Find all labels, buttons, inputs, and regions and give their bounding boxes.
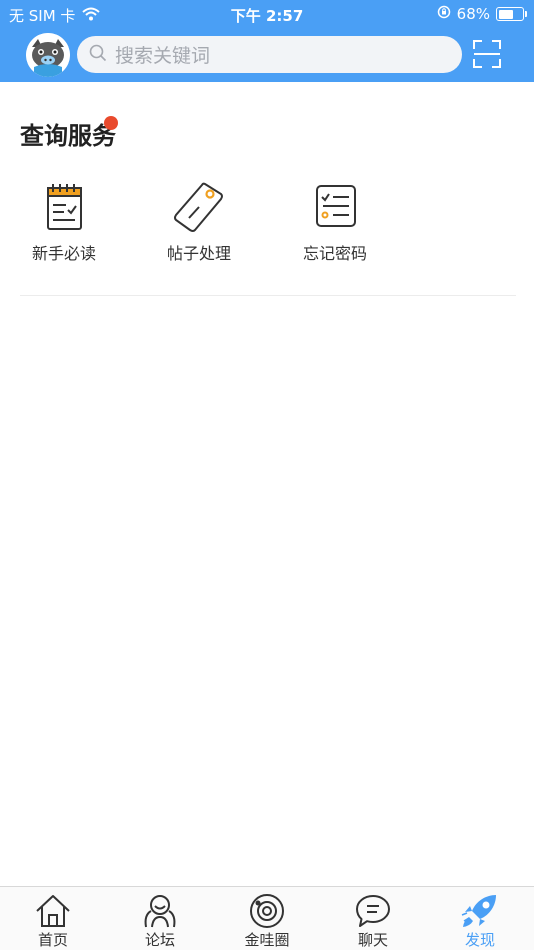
circle-icon	[247, 893, 287, 929]
service-newbie-guide[interactable]: 新手必读	[14, 180, 114, 264]
service-label: 忘记密码	[302, 244, 367, 263]
app: 无 SIM 卡 下午 2:57 68% 搜索关键词 查询服务 新手必读 帖子处理…	[0, 0, 534, 950]
status-right: 68%	[437, 5, 527, 23]
service-post-handling[interactable]: 帖子处理	[149, 180, 249, 264]
checklist-icon	[307, 180, 363, 236]
tab-label: 论坛	[144, 931, 175, 949]
search-icon	[89, 44, 107, 66]
rocket-icon	[460, 893, 500, 929]
chat-icon	[353, 893, 393, 929]
service-label: 新手必读	[31, 244, 96, 263]
tab-forum[interactable]: 论坛	[120, 893, 200, 950]
forum-icon	[140, 893, 180, 929]
service-forgot-password[interactable]: 忘记密码	[285, 180, 385, 264]
section-title: 查询服务	[20, 122, 116, 150]
battery-fill	[498, 9, 514, 19]
tab-label: 金哇圈	[244, 931, 290, 949]
tab-label: 发现	[464, 931, 495, 949]
battery-percent: 68%	[456, 5, 490, 23]
search-bar[interactable]: 搜索关键词	[77, 36, 462, 73]
rotation-lock-icon	[437, 5, 451, 23]
scan-icon[interactable]	[472, 39, 502, 69]
notebook-icon	[36, 180, 92, 236]
tab-bar: 首页 论坛 金哇圈 聊天 发现	[0, 886, 534, 950]
divider	[20, 295, 516, 296]
tab-discover[interactable]: 发现	[440, 893, 520, 950]
tab-home[interactable]: 首页	[13, 893, 93, 950]
tag-icon	[171, 180, 227, 236]
tab-label: 聊天	[357, 931, 388, 949]
search-input[interactable]: 搜索关键词	[115, 41, 210, 68]
tab-label: 首页	[37, 931, 68, 949]
service-label: 帖子处理	[166, 244, 231, 263]
tab-chat[interactable]: 聊天	[333, 893, 413, 950]
top-bar: 无 SIM 卡 下午 2:57 68% 搜索关键词	[0, 0, 534, 82]
notification-badge	[104, 116, 118, 130]
home-icon	[33, 893, 73, 929]
pig-avatar-icon[interactable]	[26, 33, 70, 77]
status-bar: 无 SIM 卡 下午 2:57 68%	[0, 0, 534, 28]
battery-icon	[496, 7, 527, 21]
tab-circle[interactable]: 金哇圈	[227, 893, 307, 950]
